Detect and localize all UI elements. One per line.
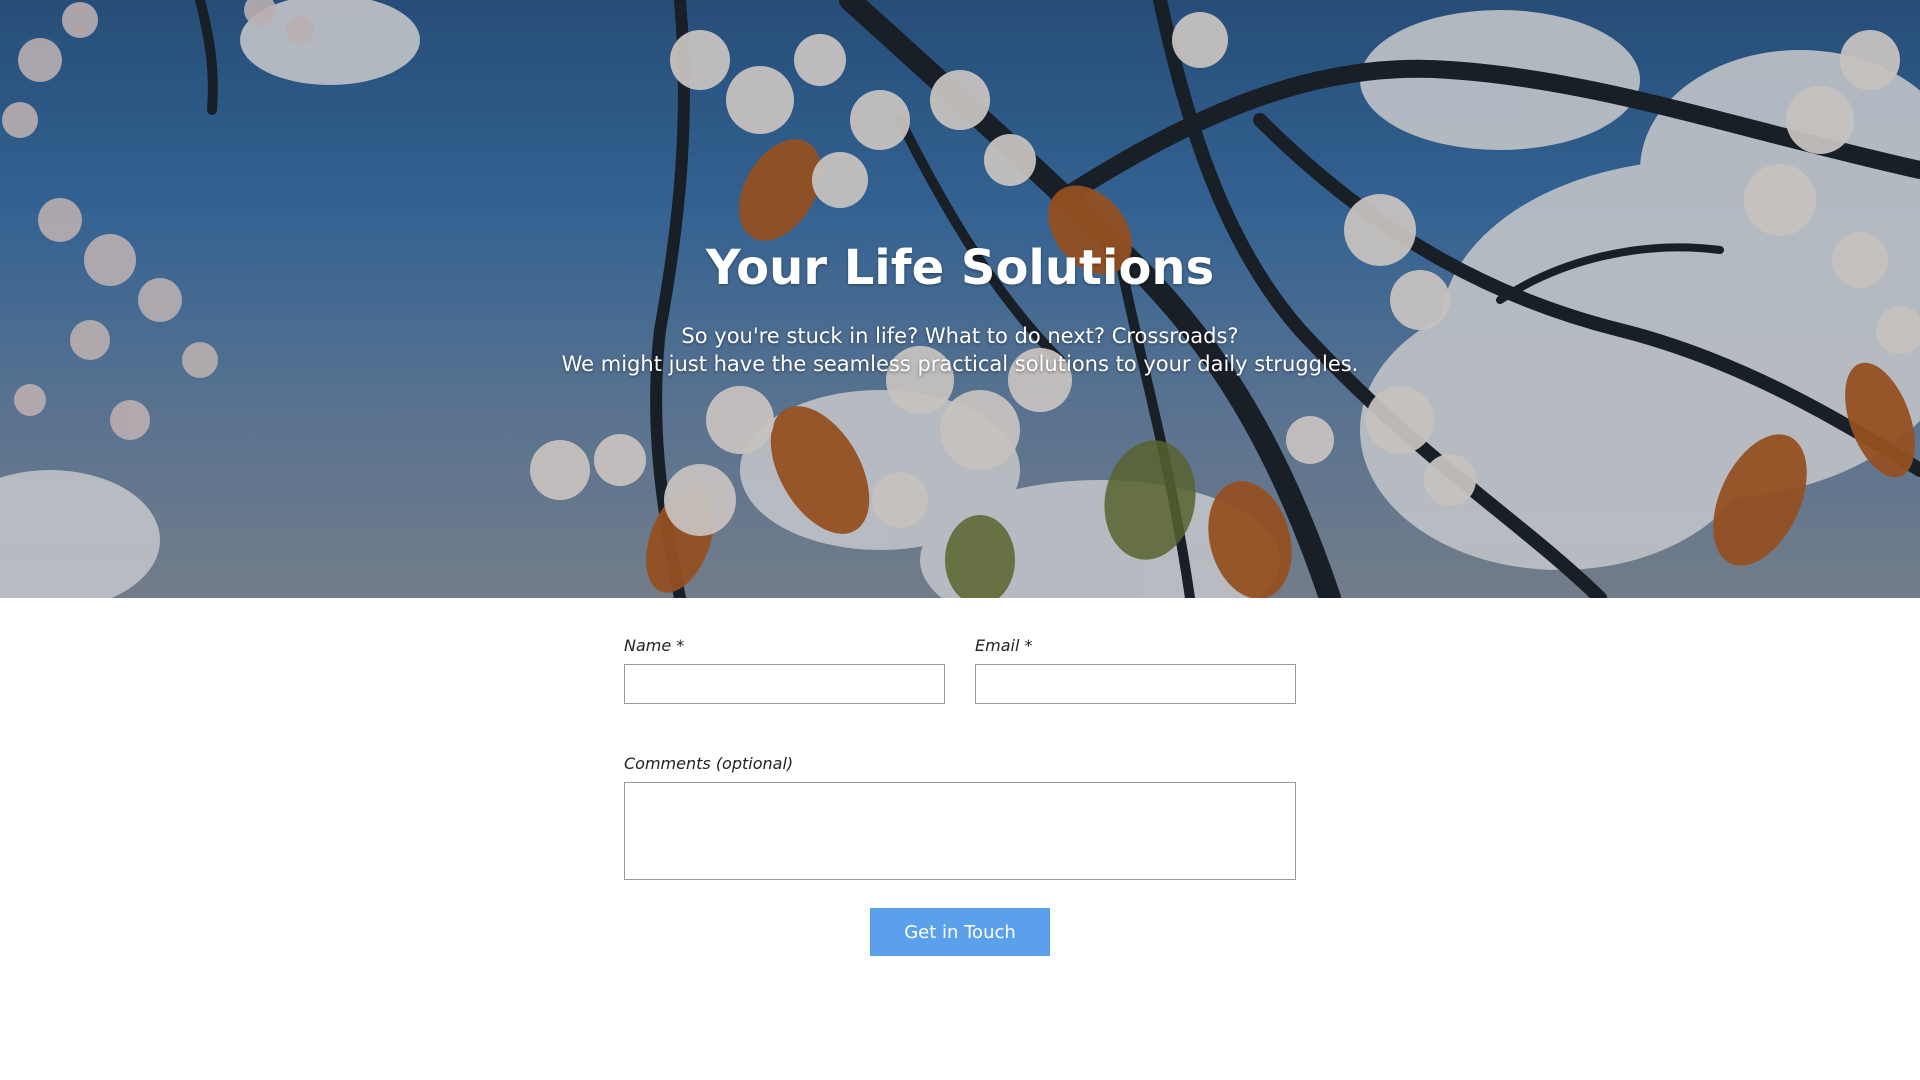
email-field-group: Email * bbox=[975, 636, 1296, 704]
hero-overlay bbox=[0, 0, 1920, 598]
get-in-touch-button[interactable]: Get in Touch bbox=[870, 908, 1050, 956]
hero-subtitle-line-1: So you're stuck in life? What to do next… bbox=[681, 324, 1239, 348]
email-label: Email * bbox=[975, 636, 1033, 655]
email-input[interactable] bbox=[975, 664, 1296, 704]
name-input[interactable] bbox=[624, 664, 945, 704]
hero-subtitle-line-2: We might just have the seamless practica… bbox=[561, 352, 1359, 376]
name-label: Name * bbox=[624, 636, 685, 655]
comments-textarea[interactable] bbox=[624, 782, 1296, 880]
comments-label: Comments (optional) bbox=[624, 754, 794, 773]
comments-field-group: Comments (optional) bbox=[624, 754, 1296, 880]
hero-title: Your Life Solutions bbox=[705, 240, 1215, 296]
contact-form: Name * Email * Comments (optional) Get i… bbox=[624, 636, 1296, 956]
name-field-group: Name * bbox=[624, 636, 945, 704]
hero-banner: Your Life Solutions So you're stuck in l… bbox=[0, 0, 1920, 598]
name-email-row: Name * Email * bbox=[624, 636, 1296, 704]
submit-row: Get in Touch bbox=[624, 908, 1296, 956]
hero-subtitle: So you're stuck in life? What to do next… bbox=[0, 322, 1920, 378]
